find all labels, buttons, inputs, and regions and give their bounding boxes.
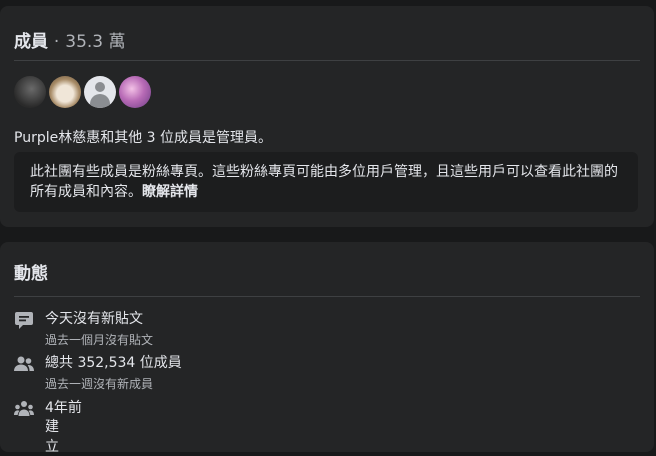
posts-main: 今天沒有新貼文	[45, 311, 143, 327]
activity-divider	[14, 296, 640, 297]
activity-heading: 動態	[14, 264, 48, 284]
members-total-main: 總共 352,534 位成員	[45, 355, 182, 371]
chat-bubble-icon	[15, 312, 33, 329]
posts-sub: 過去一個月沒有貼文	[45, 333, 154, 347]
avatar[interactable]	[119, 76, 151, 108]
default-avatar-icon[interactable]	[84, 76, 116, 108]
created-label: 建立	[45, 419, 59, 455]
avatar[interactable]	[14, 76, 46, 108]
page-members-notice: 此社團有些成員是粉絲專頁。這些粉絲專頁可能由多位用戶管理，且這些用戶可以查看此社…	[14, 152, 638, 212]
members-count: 35.3 萬	[65, 32, 126, 52]
learn-more-link[interactable]: 瞭解詳情	[142, 184, 198, 200]
members-divider	[14, 60, 640, 61]
admins-text: Purple林慈惠和其他 3 位成員是管理員。	[14, 130, 273, 146]
members-heading: 成員 · 35.3 萬	[14, 27, 126, 52]
members-separator: ·	[53, 32, 60, 52]
created-time: 4年前	[45, 400, 82, 416]
admin-avatars	[14, 76, 151, 108]
members-card: 成員 · 35.3 萬 Purple林慈惠和其他 3 位成員是管理員。 此社團有…	[0, 6, 654, 227]
notice-text: 此社團有些成員是粉絲專頁。這些粉絲專頁可能由多位用戶管理，且這些用戶可以查看此社…	[30, 164, 618, 200]
people-icon	[14, 356, 34, 371]
group-icon	[14, 401, 34, 416]
members-title: 成員	[14, 32, 48, 52]
members-total-sub: 過去一週沒有新成員	[45, 377, 154, 391]
activity-card: 動態 今天沒有新貼文 過去一個月沒有貼文 總共 352,534 位成員 過去一週…	[0, 242, 654, 455]
avatar[interactable]	[49, 76, 81, 108]
notice-text-block: 此社團有些成員是粉絲專頁。這些粉絲專頁可能由多位用戶管理，且這些用戶可以查看此社…	[30, 162, 624, 202]
